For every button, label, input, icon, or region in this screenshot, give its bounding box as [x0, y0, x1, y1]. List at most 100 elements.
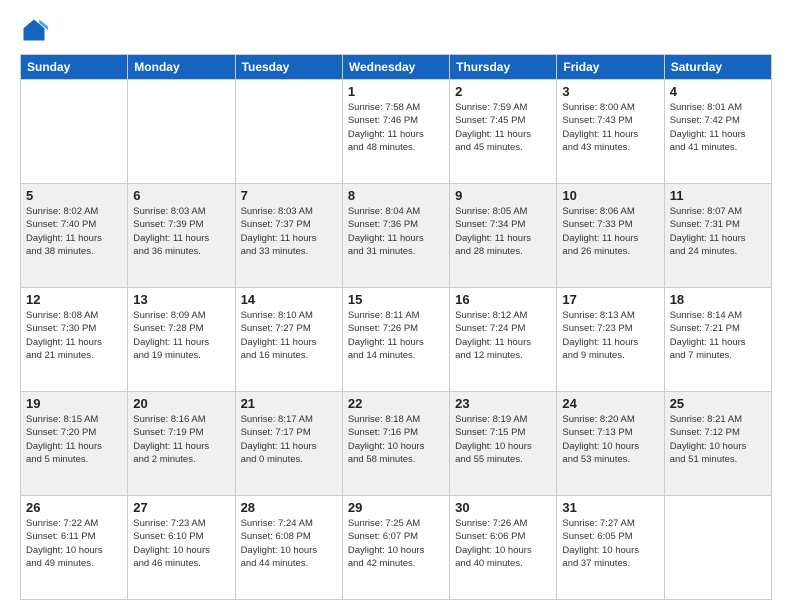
- day-number: 31: [562, 500, 658, 515]
- day-number: 3: [562, 84, 658, 99]
- weekday-header-tuesday: Tuesday: [235, 55, 342, 80]
- day-info: Sunrise: 8:01 AM Sunset: 7:42 PM Dayligh…: [670, 101, 766, 154]
- day-info: Sunrise: 8:11 AM Sunset: 7:26 PM Dayligh…: [348, 309, 444, 362]
- day-number: 21: [241, 396, 337, 411]
- weekday-header-row: SundayMondayTuesdayWednesdayThursdayFrid…: [21, 55, 772, 80]
- weekday-header-thursday: Thursday: [450, 55, 557, 80]
- calendar-cell: 2Sunrise: 7:59 AM Sunset: 7:45 PM Daylig…: [450, 80, 557, 184]
- calendar-cell: 3Sunrise: 8:00 AM Sunset: 7:43 PM Daylig…: [557, 80, 664, 184]
- calendar-cell: 21Sunrise: 8:17 AM Sunset: 7:17 PM Dayli…: [235, 392, 342, 496]
- day-info: Sunrise: 8:09 AM Sunset: 7:28 PM Dayligh…: [133, 309, 229, 362]
- calendar-cell: 12 Sunrise: 8:08 AM Sunset: 7:30 PM Dayli…: [21, 288, 128, 392]
- calendar-week-row: 19 Sunrise: 8:15 AM Sunset: 7:20 PM Dayli…: [21, 392, 772, 496]
- day-number: 28: [241, 500, 337, 515]
- day-number: 25: [670, 396, 766, 411]
- day-number: 27: [133, 500, 229, 515]
- calendar-cell: 27 Sunrise: 7:23 AM Sunset: 6:10 PM Dayli…: [128, 496, 235, 600]
- weekday-header-friday: Friday: [557, 55, 664, 80]
- day-number: 20: [133, 396, 229, 411]
- calendar-cell: 26Sunrise: 7:22 AM Sunset: 6:11 PM Dayli…: [21, 496, 128, 600]
- day-info: Sunrise: 8:03 AM Sunset: 7:37 PM Dayligh…: [241, 205, 337, 258]
- day-number: 6: [133, 188, 229, 203]
- day-number: 7: [241, 188, 337, 203]
- day-number: 5: [26, 188, 122, 203]
- calendar-cell: 1 Sunrise: 7:58 AM Sunset: 7:46 PM Daylig…: [342, 80, 449, 184]
- calendar-cell: 31Sunrise: 7:27 AM Sunset: 6:05 PM Dayli…: [557, 496, 664, 600]
- day-info: Sunrise: 8:20 AM Sunset: 7:13 PM Dayligh…: [562, 413, 658, 466]
- day-number: 23: [455, 396, 551, 411]
- calendar-cell: 5 Sunrise: 8:02 AM Sunset: 7:40 PM Daylig…: [21, 184, 128, 288]
- calendar-cell: [21, 80, 128, 184]
- day-info: Sunrise: 8:07 AM Sunset: 7:31 PM Dayligh…: [670, 205, 766, 258]
- weekday-header-wednesday: Wednesday: [342, 55, 449, 80]
- day-info: Sunrise: 7:24 AM Sunset: 6:08 PM Dayligh…: [241, 517, 337, 570]
- day-number: 19: [26, 396, 122, 411]
- calendar-cell: 11 Sunrise: 8:07 AM Sunset: 7:31 PM Dayli…: [664, 184, 771, 288]
- day-number: 2: [455, 84, 551, 99]
- day-info: Sunrise: 8:08 AM Sunset: 7:30 PM Dayligh…: [26, 309, 122, 362]
- calendar-cell: 29 Sunrise: 7:25 AM Sunset: 6:07 PM Dayli…: [342, 496, 449, 600]
- calendar-cell: 28 Sunrise: 7:24 AM Sunset: 6:08 PM Dayli…: [235, 496, 342, 600]
- weekday-header-sunday: Sunday: [21, 55, 128, 80]
- calendar-cell: 15 Sunrise: 8:11 AM Sunset: 7:26 PM Dayli…: [342, 288, 449, 392]
- calendar-cell: 23 Sunrise: 8:19 AM Sunset: 7:15 PM Dayli…: [450, 392, 557, 496]
- calendar-table: SundayMondayTuesdayWednesdayThursdayFrid…: [20, 54, 772, 600]
- day-info: Sunrise: 8:10 AM Sunset: 7:27 PM Dayligh…: [241, 309, 337, 362]
- calendar-cell: [128, 80, 235, 184]
- day-number: 15: [348, 292, 444, 307]
- day-info: Sunrise: 7:58 AM Sunset: 7:46 PM Dayligh…: [348, 101, 444, 154]
- weekday-header-saturday: Saturday: [664, 55, 771, 80]
- day-number: 8: [348, 188, 444, 203]
- day-info: Sunrise: 8:03 AM Sunset: 7:39 PM Dayligh…: [133, 205, 229, 258]
- calendar-week-row: 1 Sunrise: 7:58 AM Sunset: 7:46 PM Daylig…: [21, 80, 772, 184]
- calendar-week-row: 5 Sunrise: 8:02 AM Sunset: 7:40 PM Daylig…: [21, 184, 772, 288]
- day-number: 10: [562, 188, 658, 203]
- day-number: 11: [670, 188, 766, 203]
- day-number: 9: [455, 188, 551, 203]
- day-info: Sunrise: 8:05 AM Sunset: 7:34 PM Dayligh…: [455, 205, 551, 258]
- day-number: 14: [241, 292, 337, 307]
- calendar-cell: 6 Sunrise: 8:03 AM Sunset: 7:39 PM Daylig…: [128, 184, 235, 288]
- day-info: Sunrise: 8:14 AM Sunset: 7:21 PM Dayligh…: [670, 309, 766, 362]
- day-number: 13: [133, 292, 229, 307]
- day-number: 18: [670, 292, 766, 307]
- day-info: Sunrise: 8:06 AM Sunset: 7:33 PM Dayligh…: [562, 205, 658, 258]
- calendar-cell: 20 Sunrise: 8:16 AM Sunset: 7:19 PM Dayli…: [128, 392, 235, 496]
- day-info: Sunrise: 8:19 AM Sunset: 7:15 PM Dayligh…: [455, 413, 551, 466]
- day-info: Sunrise: 8:12 AM Sunset: 7:24 PM Dayligh…: [455, 309, 551, 362]
- day-number: 30: [455, 500, 551, 515]
- calendar-cell: 22Sunrise: 8:18 AM Sunset: 7:16 PM Dayli…: [342, 392, 449, 496]
- calendar-week-row: 12 Sunrise: 8:08 AM Sunset: 7:30 PM Dayli…: [21, 288, 772, 392]
- weekday-header-monday: Monday: [128, 55, 235, 80]
- header: [20, 16, 772, 44]
- calendar-cell: 8 Sunrise: 8:04 AM Sunset: 7:36 PM Daylig…: [342, 184, 449, 288]
- calendar-week-row: 26Sunrise: 7:22 AM Sunset: 6:11 PM Dayli…: [21, 496, 772, 600]
- calendar-cell: 13 Sunrise: 8:09 AM Sunset: 7:28 PM Dayli…: [128, 288, 235, 392]
- day-number: 29: [348, 500, 444, 515]
- day-info: Sunrise: 8:04 AM Sunset: 7:36 PM Dayligh…: [348, 205, 444, 258]
- day-number: 17: [562, 292, 658, 307]
- day-info: Sunrise: 8:13 AM Sunset: 7:23 PM Dayligh…: [562, 309, 658, 362]
- calendar-cell: 24 Sunrise: 8:20 AM Sunset: 7:13 PM Dayli…: [557, 392, 664, 496]
- day-number: 24: [562, 396, 658, 411]
- day-info: Sunrise: 8:15 AM Sunset: 7:20 PM Dayligh…: [26, 413, 122, 466]
- day-number: 4: [670, 84, 766, 99]
- logo: [20, 16, 52, 44]
- day-number: 22: [348, 396, 444, 411]
- day-info: Sunrise: 7:25 AM Sunset: 6:07 PM Dayligh…: [348, 517, 444, 570]
- day-info: Sunrise: 8:02 AM Sunset: 7:40 PM Dayligh…: [26, 205, 122, 258]
- day-info: Sunrise: 7:23 AM Sunset: 6:10 PM Dayligh…: [133, 517, 229, 570]
- page: SundayMondayTuesdayWednesdayThursdayFrid…: [0, 0, 792, 612]
- calendar-cell: 17 Sunrise: 8:13 AM Sunset: 7:23 PM Dayli…: [557, 288, 664, 392]
- day-info: Sunrise: 8:21 AM Sunset: 7:12 PM Dayligh…: [670, 413, 766, 466]
- day-number: 12: [26, 292, 122, 307]
- day-number: 16: [455, 292, 551, 307]
- calendar-cell: 18 Sunrise: 8:14 AM Sunset: 7:21 PM Dayli…: [664, 288, 771, 392]
- day-info: Sunrise: 7:26 AM Sunset: 6:06 PM Dayligh…: [455, 517, 551, 570]
- calendar-cell: 19 Sunrise: 8:15 AM Sunset: 7:20 PM Dayli…: [21, 392, 128, 496]
- day-info: Sunrise: 8:16 AM Sunset: 7:19 PM Dayligh…: [133, 413, 229, 466]
- calendar-cell: 30 Sunrise: 7:26 AM Sunset: 6:06 PM Dayli…: [450, 496, 557, 600]
- calendar-cell: [235, 80, 342, 184]
- day-number: 1: [348, 84, 444, 99]
- calendar-cell: 25 Sunrise: 8:21 AM Sunset: 7:12 PM Dayli…: [664, 392, 771, 496]
